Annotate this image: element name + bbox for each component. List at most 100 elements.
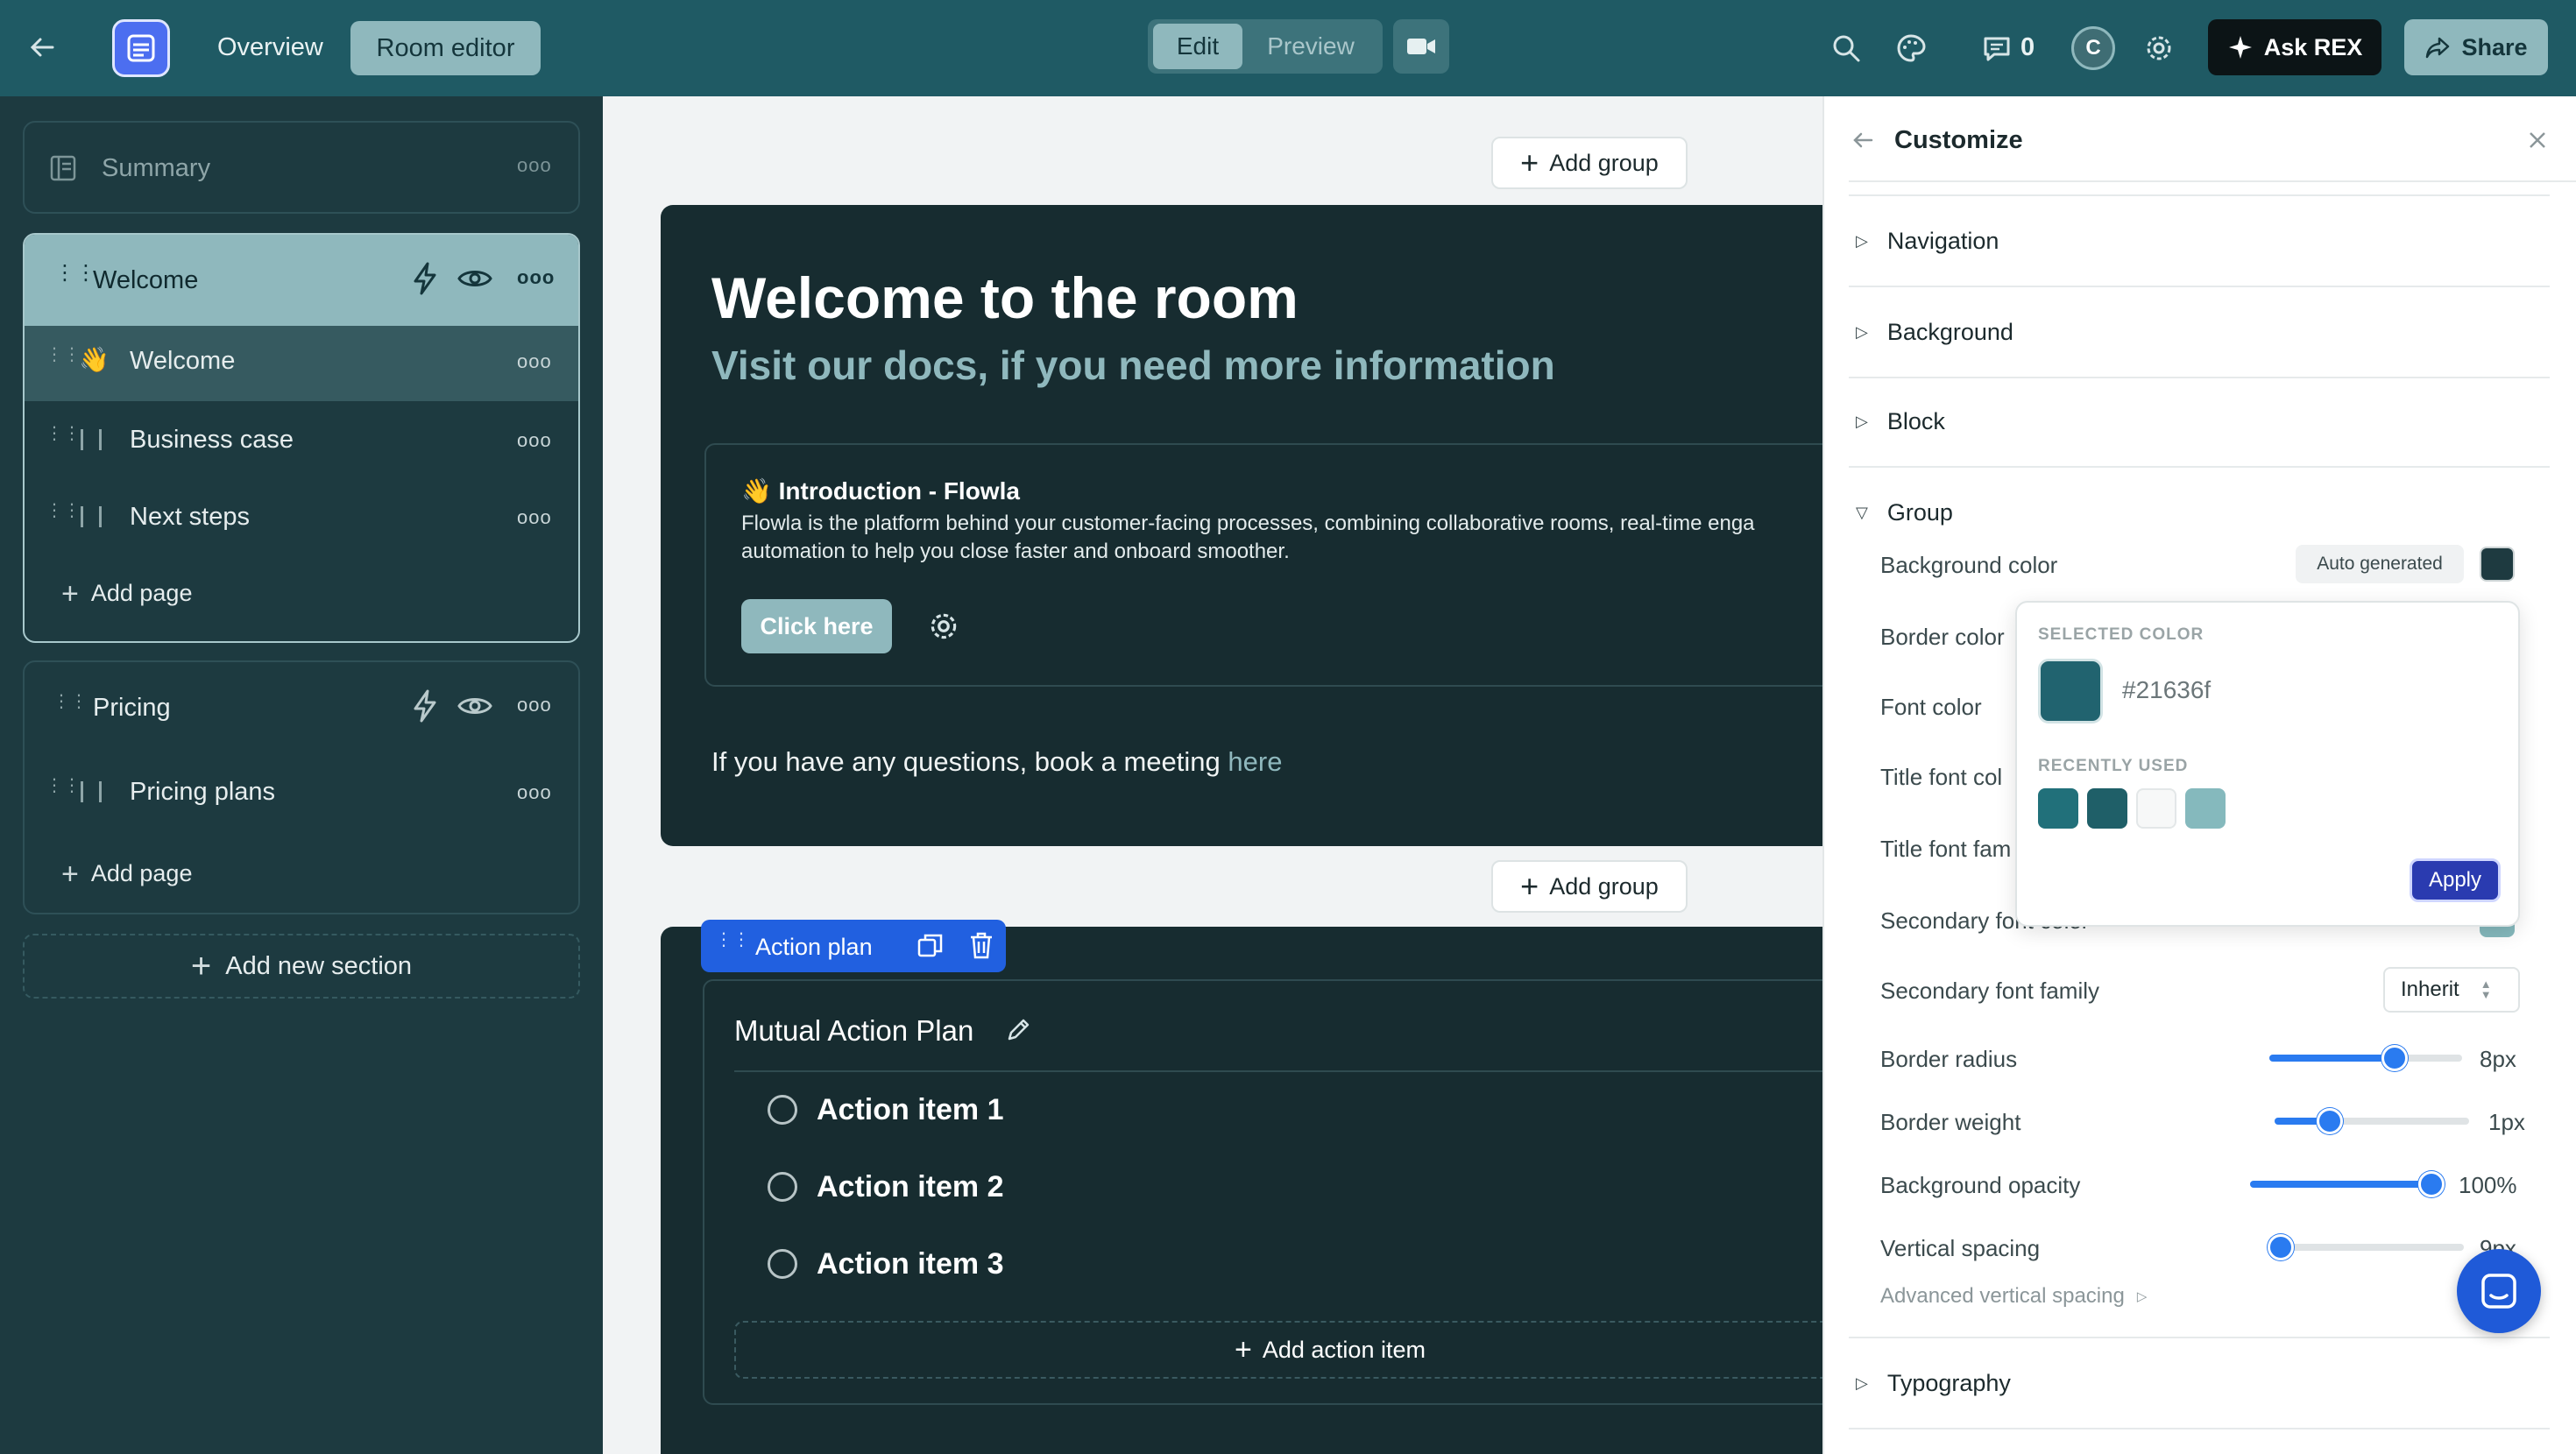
more-icon[interactable]: ooo — [517, 506, 552, 529]
selected-color-swatch[interactable] — [2038, 659, 2103, 723]
action-item-2[interactable]: Action item 2 — [817, 1170, 1003, 1204]
search-icon[interactable] — [1831, 33, 1861, 63]
border-radius-knob[interactable] — [2381, 1045, 2408, 1071]
add-group-button[interactable]: + Add group — [1491, 860, 1688, 913]
share-button[interactable]: Share — [2404, 19, 2548, 75]
page-label-pricing-plans[interactable]: Pricing plans — [130, 778, 275, 807]
border-radius-value: 8px — [2480, 1046, 2516, 1072]
add-new-section-button[interactable]: + Add new section — [23, 934, 580, 999]
apply-button[interactable]: Apply — [2410, 858, 2501, 902]
ask-rex-button[interactable]: Ask REX — [2208, 19, 2381, 75]
section-block[interactable]: ▷ Block — [1856, 408, 1945, 435]
user-avatar[interactable]: C — [2071, 26, 2115, 70]
eye-icon[interactable] — [457, 692, 492, 720]
section-welcome: ⋮⋮ Welcome ooo ⋮⋮ 👋 Welcome ooo ⋮⋮ Busin… — [23, 233, 580, 643]
section-navigation[interactable]: ▷ Navigation — [1856, 228, 1999, 255]
section-title-pricing[interactable]: Pricing — [93, 694, 171, 723]
more-icon[interactable]: ooo — [517, 154, 552, 177]
section-pricing: ⋮⋮ Pricing ooo ⋮⋮ Pricing plans ooo + Ad… — [23, 660, 580, 914]
comment-icon[interactable] — [1982, 33, 2012, 63]
drag-handle-icon[interactable]: ⋮⋮ — [46, 502, 81, 519]
plus-icon: + — [61, 576, 79, 611]
eye-icon[interactable] — [457, 265, 492, 293]
recently-used-heading: RECENTLY USED — [2038, 757, 2189, 775]
drag-handle-icon[interactable]: ⋮⋮ — [46, 425, 81, 442]
section-background[interactable]: ▷ Background — [1856, 319, 2013, 346]
more-icon[interactable]: ooo — [517, 694, 552, 716]
border-weight-knob[interactable] — [2317, 1108, 2343, 1134]
ask-rex-label: Ask REX — [2263, 33, 2363, 60]
recent-color-swatch[interactable] — [2038, 788, 2078, 829]
add-group-button[interactable]: + Add group — [1491, 137, 1688, 189]
advanced-spacing-link[interactable]: Advanced vertical spacing ▷ — [1880, 1284, 2147, 1309]
background-opacity-knob[interactable] — [2418, 1171, 2445, 1197]
map-title: Mutual Action Plan — [734, 1014, 974, 1047]
more-icon[interactable]: ooo — [517, 350, 552, 373]
book-meeting-link[interactable]: here — [1228, 746, 1282, 777]
more-icon[interactable]: ooo — [517, 266, 555, 289]
selected-color-hex[interactable]: #21636f — [2122, 676, 2211, 704]
background-color-swatch[interactable] — [2480, 547, 2515, 582]
lightning-icon[interactable] — [410, 688, 440, 723]
top-bar: Overview Room editor Edit Preview 0 C As… — [0, 0, 2576, 96]
action-checkbox[interactable] — [768, 1095, 797, 1125]
app-logo-icon[interactable] — [112, 19, 170, 77]
add-action-item-button[interactable]: + Add action item — [734, 1321, 1926, 1379]
drag-handle-icon[interactable]: ⋮⋮ — [46, 346, 81, 364]
section-typography-label: Typography — [1886, 1370, 2011, 1396]
lightning-icon[interactable] — [410, 261, 440, 296]
action-item-3[interactable]: Action item 3 — [817, 1247, 1003, 1281]
vertical-spacing-knob[interactable] — [2268, 1234, 2294, 1260]
more-icon[interactable]: ooo — [517, 781, 552, 804]
action-item-1[interactable]: Action item 1 — [817, 1093, 1003, 1127]
border-color-label: Border color — [1880, 624, 2005, 650]
tab-room-editor[interactable]: Room editor — [350, 21, 541, 75]
gear-icon[interactable] — [927, 610, 960, 643]
secondary-font-family-select[interactable]: Inherit ▲ ▼ — [2383, 967, 2520, 1013]
add-page-button[interactable]: + Add page — [61, 576, 192, 611]
add-page-button[interactable]: + Add page — [61, 857, 192, 891]
recent-color-swatch[interactable] — [2087, 788, 2127, 829]
close-icon[interactable] — [2527, 130, 2548, 151]
section-group[interactable]: ▽ Group — [1856, 499, 1953, 526]
plus-icon: + — [61, 857, 79, 891]
duplicate-icon[interactable] — [916, 932, 945, 960]
chat-icon — [2481, 1274, 2516, 1309]
back-arrow-icon[interactable] — [1851, 128, 1875, 152]
palette-icon[interactable] — [1896, 33, 1926, 63]
gear-icon[interactable] — [2143, 32, 2175, 64]
background-opacity-label: Background opacity — [1880, 1172, 2081, 1198]
drag-handle-icon[interactable]: ⋮⋮ — [715, 931, 750, 949]
recent-color-swatch[interactable] — [2185, 788, 2226, 829]
chat-launcher[interactable] — [2457, 1249, 2541, 1333]
page-label-business-case[interactable]: Business case — [130, 426, 294, 455]
back-arrow-icon[interactable] — [26, 32, 58, 63]
page-label-next-steps[interactable]: Next steps — [130, 503, 250, 532]
drag-handle-icon[interactable]: ⋮⋮ — [53, 693, 88, 710]
background-opacity-fill — [2250, 1181, 2445, 1188]
auto-generated-badge[interactable]: Auto generated — [2296, 545, 2464, 583]
action-checkbox[interactable] — [768, 1249, 797, 1279]
comment-count: 0 — [2020, 33, 2035, 61]
section-typography[interactable]: ▷ Typography — [1856, 1370, 2011, 1397]
add-group-label: Add group — [1549, 872, 1659, 900]
background-color-label: Background color — [1880, 552, 2058, 578]
drag-handle-icon[interactable]: ⋮⋮ — [46, 777, 81, 794]
recent-color-swatch[interactable] — [2136, 788, 2176, 829]
border-radius-label: Border radius — [1880, 1046, 2018, 1072]
tab-overview[interactable]: Overview — [217, 33, 323, 62]
summary-item[interactable]: Summary ooo — [23, 121, 580, 214]
vertical-spacing-slider[interactable] — [2269, 1244, 2464, 1251]
trash-icon[interactable] — [967, 930, 995, 960]
drag-handle-icon[interactable]: ⋮⋮ — [54, 263, 96, 284]
add-action-item-label: Add action item — [1262, 1336, 1426, 1363]
more-icon[interactable]: ooo — [517, 429, 552, 452]
edit-mode-button[interactable]: Edit — [1153, 24, 1242, 69]
vertical-spacing-label: Vertical spacing — [1880, 1235, 2041, 1261]
share-arrow-icon — [2426, 37, 2450, 59]
pencil-icon[interactable] — [1006, 1016, 1032, 1042]
click-here-button[interactable]: Click here — [741, 599, 892, 653]
video-button[interactable] — [1393, 19, 1449, 74]
action-checkbox[interactable] — [768, 1172, 797, 1202]
preview-mode-button[interactable]: Preview — [1244, 24, 1377, 69]
